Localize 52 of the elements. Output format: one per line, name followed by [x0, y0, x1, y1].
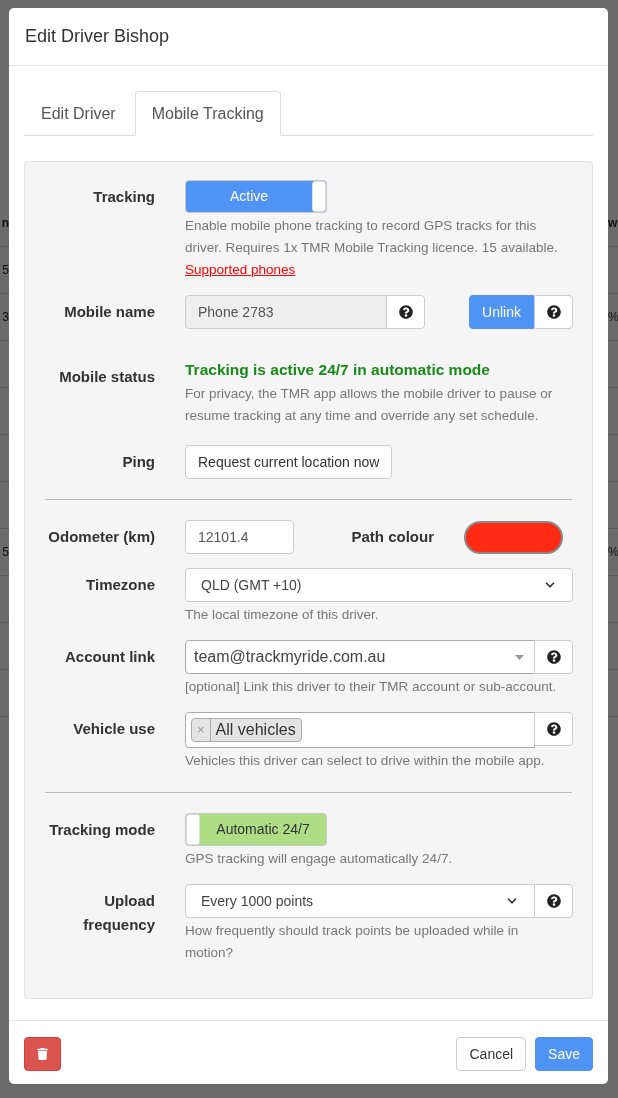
help-text: How frequently should track points be uploaded while in motion?	[185, 922, 520, 962]
help-text: [optional] Link this driver to their TMR account or sub-account.	[185, 678, 558, 696]
table-cell-text: %	[608, 309, 618, 326]
delete-button[interactable]	[24, 1037, 61, 1071]
help-button[interactable]	[534, 295, 573, 329]
select-field[interactable]: QLD (GMT +10)	[185, 568, 573, 602]
help-icon	[546, 894, 561, 908]
help-button[interactable]	[534, 640, 573, 674]
field-label: Tracking mode	[48, 820, 155, 840]
field-label: Tracking	[92, 187, 155, 207]
vehicle-select[interactable]: × All vehicles	[185, 712, 535, 748]
help-icon	[546, 305, 561, 319]
vehicle-tag: × All vehicles	[191, 718, 302, 742]
colour-swatch[interactable]	[464, 520, 563, 554]
table-cell-text: %	[608, 544, 618, 561]
caret-icon	[515, 654, 524, 660]
help-icon	[398, 305, 413, 319]
help-icon	[546, 650, 561, 664]
table-cell-text: 3	[2, 309, 9, 326]
field-label: Timezone	[85, 575, 155, 595]
field-label: Vehicle use	[72, 719, 155, 739]
field-label: Ping	[121, 452, 155, 472]
tab[interactable]: Mobile Tracking	[134, 91, 281, 136]
help-text: GPS tracking will engage automatically 24/7.	[185, 850, 454, 868]
table-cell-text: 5	[2, 544, 9, 561]
table-cell-text: 5	[2, 262, 9, 279]
table-cell-text: w	[608, 215, 618, 232]
help-text: Enable mobile phone tracking to record GPS tracks for this driver. Requires 1x TMR Mobile Tracking licence. 15 available.	[185, 217, 559, 257]
tab[interactable]: Edit Driver	[24, 91, 133, 136]
odometer-field[interactable]: 12101.4	[185, 520, 294, 554]
help-text: The local timezone of this driver.	[185, 606, 380, 624]
table-cell-text: n	[1, 215, 9, 232]
field-label: Account link	[64, 647, 155, 667]
toggle-switch[interactable]: Automatic 24/7	[185, 813, 327, 846]
field-label: Mobile name	[63, 302, 155, 322]
request-location-button[interactable]: Request current location now	[185, 445, 393, 479]
account-select[interactable]: team@trackmyride.com.au	[185, 640, 535, 674]
dialog-title: Edit Driver Bishop	[25, 25, 170, 48]
supported-phones-link[interactable]: Supported phones	[185, 262, 296, 277]
path-colour-label: Path colour	[350, 526, 435, 547]
help-button[interactable]	[534, 884, 573, 918]
field-label: Upload frequency	[82, 891, 155, 935]
field-label: Odometer (km)	[47, 527, 155, 547]
help-text: For privacy, the TMR app allows the mobile driver to pause or resume tracking at any time and override any set schedule.	[185, 385, 554, 425]
cancel-button[interactable]: Cancel	[456, 1037, 527, 1071]
status-text: Tracking is active 24/7 in automatic mode	[185, 360, 491, 380]
help-text: Vehicles this driver can select to drive within the mobile app.	[185, 752, 546, 770]
help-button[interactable]	[534, 712, 573, 746]
select-field[interactable]: Every 1000 points	[185, 884, 535, 918]
field-label: Mobile status	[58, 367, 155, 387]
trash-icon	[37, 1048, 48, 1060]
help-icon	[546, 722, 561, 736]
